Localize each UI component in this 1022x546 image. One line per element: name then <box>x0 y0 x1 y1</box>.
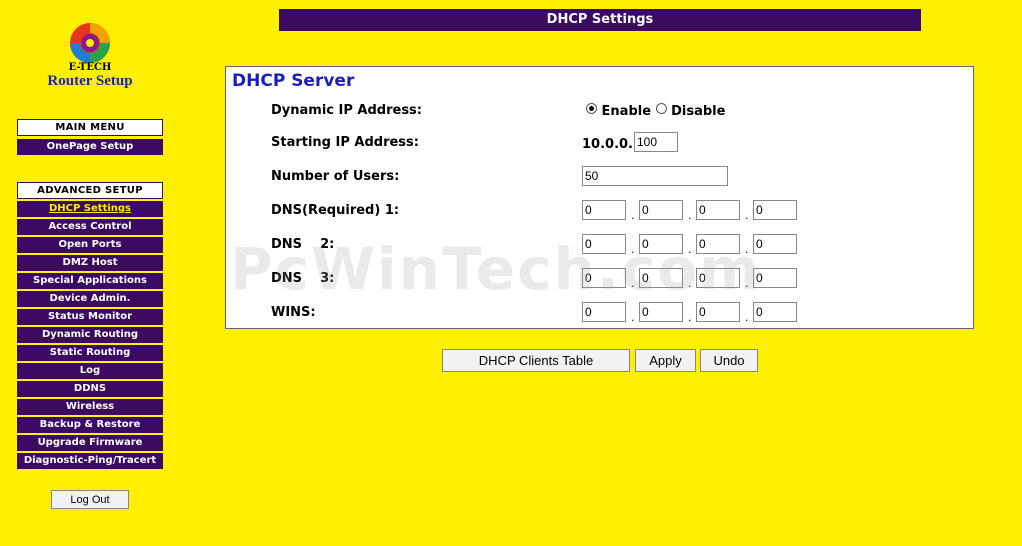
nav-item-log[interactable]: Log <box>17 363 163 379</box>
dns3-octet-2[interactable]: 0 <box>639 268 683 288</box>
dns2-octet-3[interactable]: 0 <box>696 234 740 254</box>
page-title: DHCP Settings <box>279 9 921 31</box>
dot: . <box>688 243 692 256</box>
dns3-octet-3[interactable]: 0 <box>696 268 740 288</box>
disable-label: Disable <box>671 104 726 119</box>
nav-item-dynamic-routing[interactable]: Dynamic Routing <box>17 327 163 343</box>
dot: . <box>688 311 692 324</box>
dot: . <box>631 311 635 324</box>
dns1-octet-3[interactable]: 0 <box>696 200 740 220</box>
dns2-octet-2[interactable]: 0 <box>639 234 683 254</box>
wins-octet-4[interactable]: 0 <box>753 302 797 322</box>
nav-item-onepage-setup[interactable]: OnePage Setup <box>17 139 163 155</box>
starting-ip-input[interactable]: 100 <box>634 132 678 152</box>
logo-brand: E-TECH <box>68 62 112 73</box>
advanced-setup-header: ADVANCED SETUP <box>17 182 163 199</box>
dns3-octet-1[interactable]: 0 <box>582 268 626 288</box>
dot: . <box>745 277 749 290</box>
dynamic-ip-radio-group: Enable Disable <box>586 103 725 119</box>
dot: . <box>631 243 635 256</box>
wins-octet-1[interactable]: 0 <box>582 302 626 322</box>
dns3-octet-4[interactable]: 0 <box>753 268 797 288</box>
enable-label: Enable <box>601 104 652 119</box>
nav-item-dmz-host[interactable]: DMZ Host <box>17 255 163 271</box>
dns1-octet-2[interactable]: 0 <box>639 200 683 220</box>
num-users-input[interactable]: 50 <box>582 166 728 186</box>
section-title: DHCP Server <box>232 71 355 91</box>
dhcp-server-panel: DHCP Server Dynamic IP Address: Enable D… <box>225 66 974 329</box>
dot: . <box>631 209 635 222</box>
nav-item-backup-restore[interactable]: Backup & Restore <box>17 417 163 433</box>
starting-ip-label: Starting IP Address: <box>271 135 419 150</box>
nav-item-wireless[interactable]: Wireless <box>17 399 163 415</box>
etech-logo: E-TECH Router Setup <box>40 20 140 90</box>
disable-radio[interactable] <box>655 103 667 114</box>
dns1-label: DNS(Required) 1: <box>271 203 400 218</box>
logout-button[interactable]: Log Out <box>51 490 129 509</box>
nav-item-open-ports[interactable]: Open Ports <box>17 237 163 253</box>
dot: . <box>631 277 635 290</box>
dot: . <box>745 209 749 222</box>
wins-octet-3[interactable]: 0 <box>696 302 740 322</box>
dns1-octet-1[interactable]: 0 <box>582 200 626 220</box>
dot: . <box>688 209 692 222</box>
wins-octet-2[interactable]: 0 <box>639 302 683 322</box>
nav-item-dhcp-settings[interactable]: DHCP Settings <box>17 201 163 217</box>
nav-item-diagnostic[interactable]: Diagnostic-Ping/Tracert <box>17 453 163 469</box>
main-menu-list: OnePage Setup <box>17 139 163 157</box>
wins-label: WINS: <box>271 305 316 320</box>
main-menu-header: MAIN MENU <box>17 119 163 136</box>
dot: . <box>745 243 749 256</box>
dynamic-ip-label: Dynamic IP Address: <box>271 103 422 118</box>
dns2-octet-1[interactable]: 0 <box>582 234 626 254</box>
dot: . <box>745 311 749 324</box>
nav-item-access-control[interactable]: Access Control <box>17 219 163 235</box>
starting-ip-prefix: 10.0.0. <box>582 137 633 152</box>
advanced-setup-list: DHCP Settings Access Control Open Ports … <box>17 201 163 471</box>
dot: . <box>688 277 692 290</box>
nav-item-status-monitor[interactable]: Status Monitor <box>17 309 163 325</box>
logo-subtitle: Router Setup <box>47 73 133 89</box>
enable-radio[interactable] <box>586 103 597 114</box>
num-users-label: Number of Users: <box>271 169 400 184</box>
apply-button[interactable]: Apply <box>635 349 696 372</box>
nav-item-device-admin[interactable]: Device Admin. <box>17 291 163 307</box>
dhcp-clients-table-button[interactable]: DHCP Clients Table <box>442 349 630 372</box>
dns1-octet-4[interactable]: 0 <box>753 200 797 220</box>
dns2-label: DNS 2: <box>271 237 335 252</box>
dns3-label: DNS 3: <box>271 271 335 286</box>
nav-item-special-applications[interactable]: Special Applications <box>17 273 163 289</box>
undo-button[interactable]: Undo <box>700 349 758 372</box>
nav-item-upgrade-firmware[interactable]: Upgrade Firmware <box>17 435 163 451</box>
swirl-logo-icon <box>70 23 110 63</box>
dns2-octet-4[interactable]: 0 <box>753 234 797 254</box>
nav-item-ddns[interactable]: DDNS <box>17 381 163 397</box>
nav-item-static-routing[interactable]: Static Routing <box>17 345 163 361</box>
